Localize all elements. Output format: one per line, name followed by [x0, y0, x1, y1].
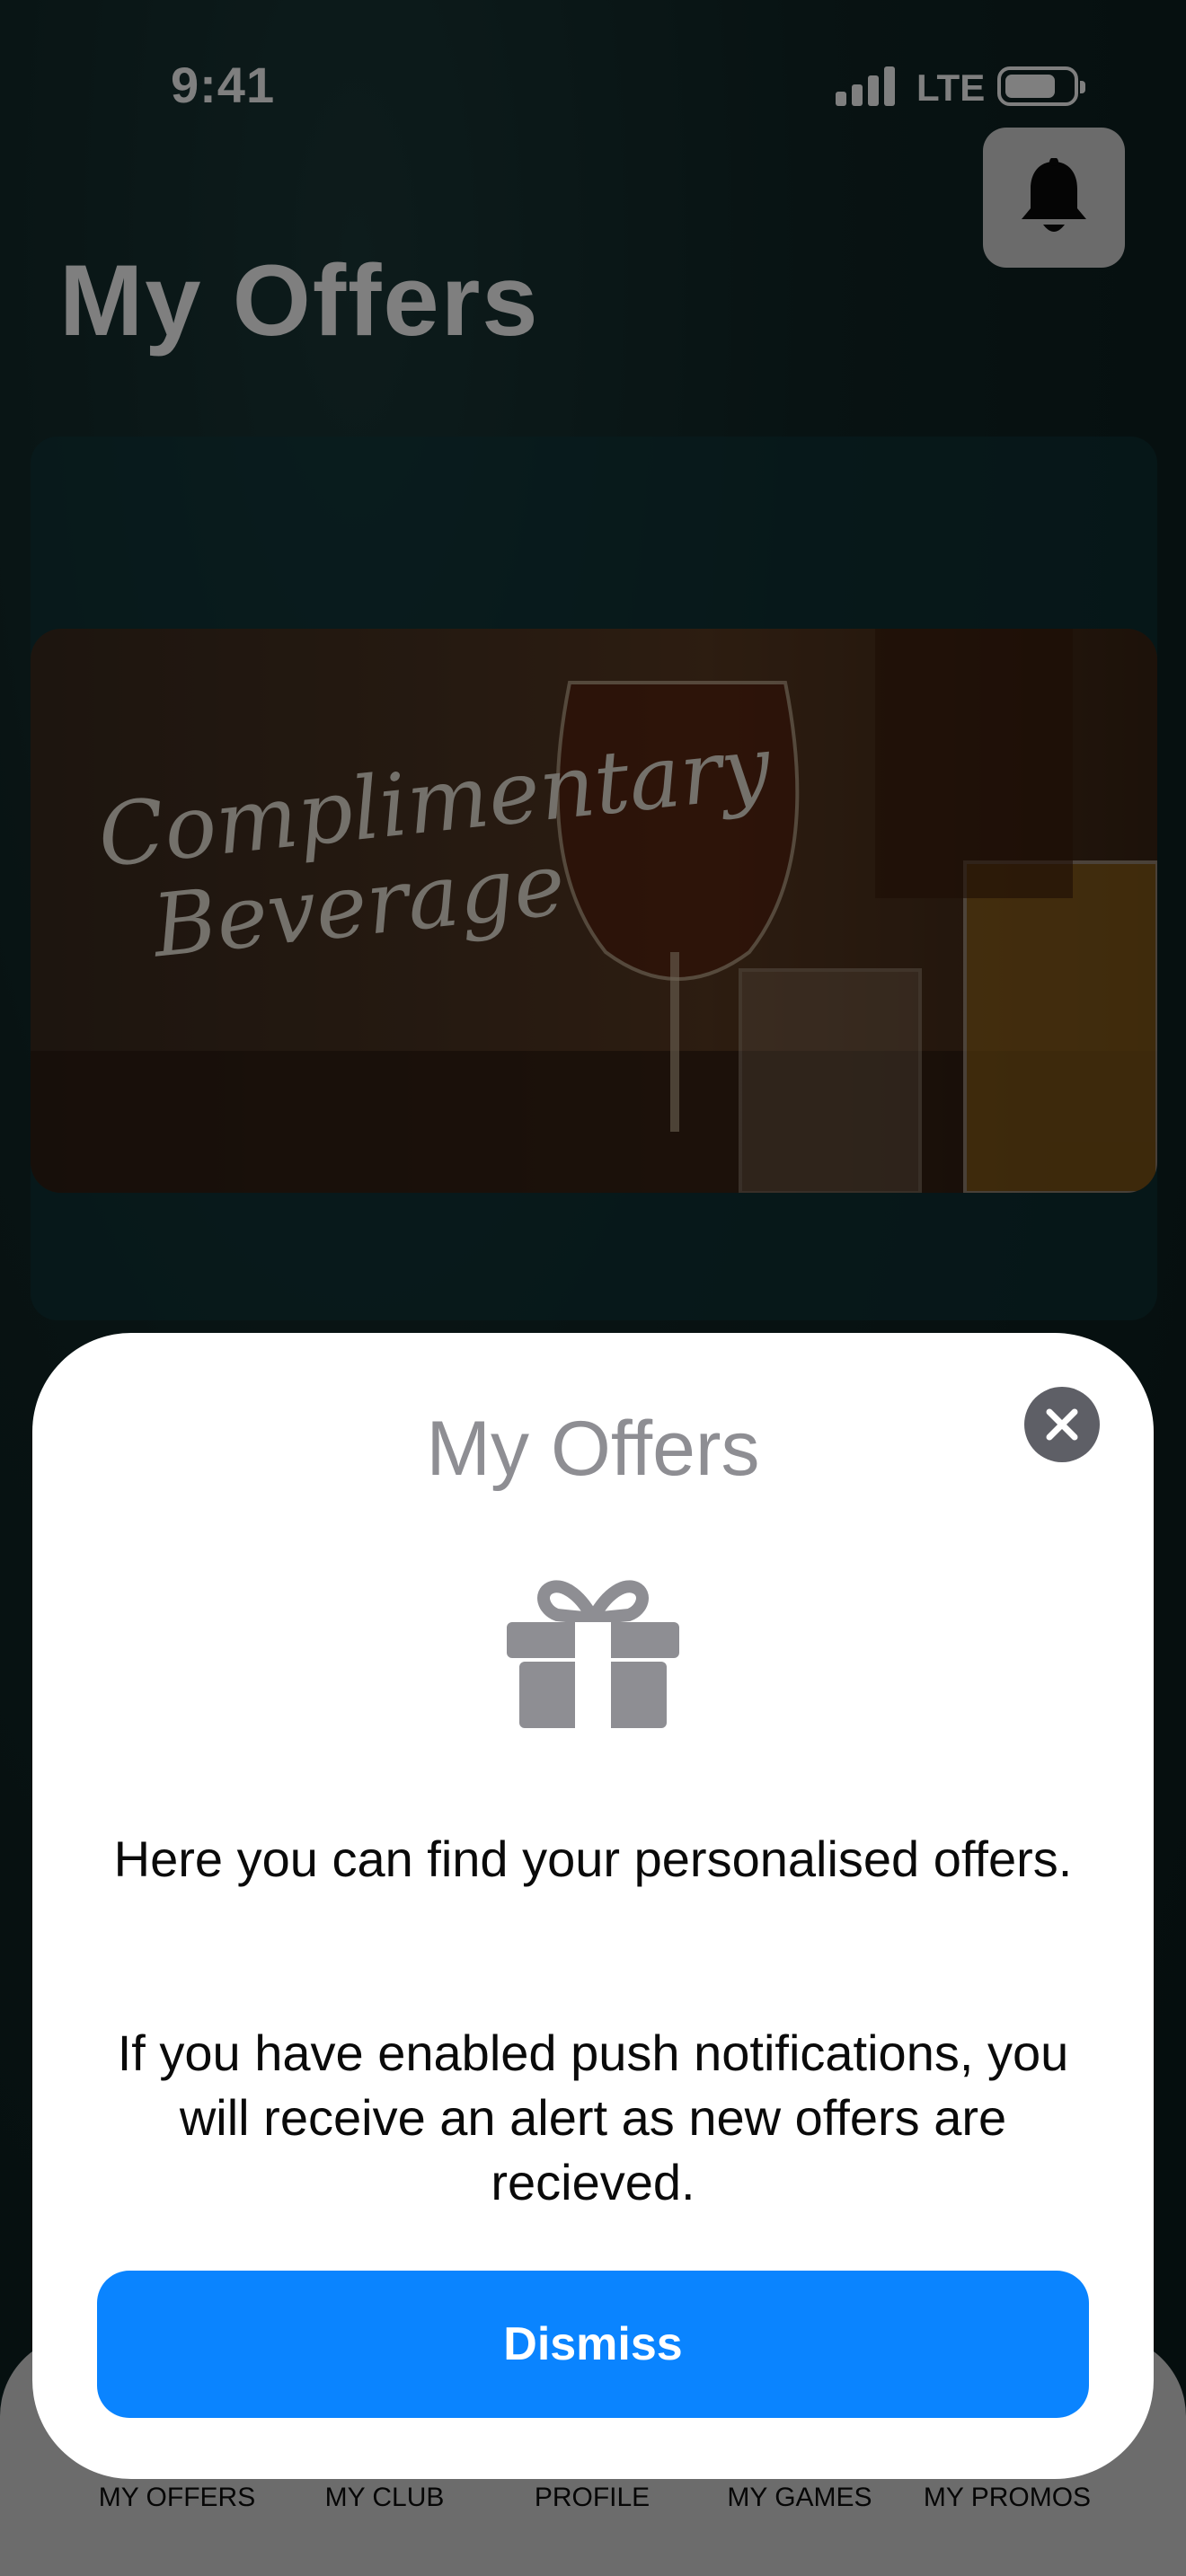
app-screen: 9:41 LTE My Offers Complimentary B: [0, 0, 1186, 2576]
dismiss-button[interactable]: Dismiss: [97, 2271, 1089, 2418]
info-modal: My Offers Here you can find your persona…: [32, 1333, 1154, 2479]
modal-description: Here you can find your personalised offe…: [113, 1831, 1073, 1887]
modal-title: My Offers: [426, 1406, 760, 1492]
gift-icon: [507, 1580, 679, 1728]
close-icon: [1046, 1408, 1078, 1441]
modal-notification-note: If you have enabled push notifications, …: [117, 2025, 1069, 2210]
close-button[interactable]: [1024, 1387, 1100, 1462]
